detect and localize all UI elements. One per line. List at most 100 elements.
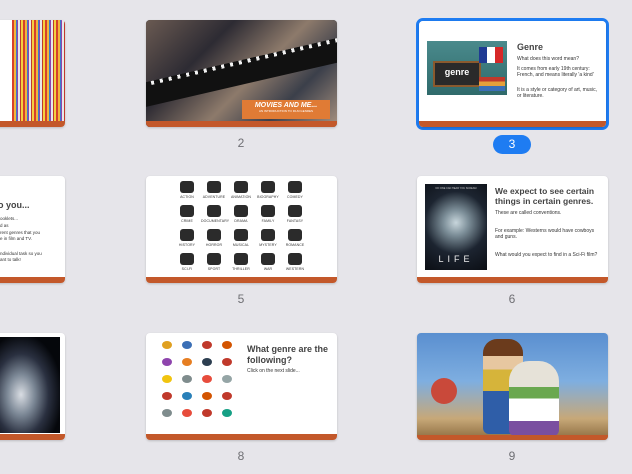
slide-footer-bar	[0, 121, 65, 127]
poster-title: LIFE	[438, 254, 474, 264]
genre-glyph-icon	[180, 253, 194, 265]
slide-footer-bar	[417, 435, 608, 440]
ribbon-image	[12, 20, 65, 121]
genre-icon-history: HISTORY	[174, 229, 200, 253]
genre-icon-label: CRIME	[181, 219, 193, 223]
genre-picture-icon	[162, 392, 172, 400]
slide-thumbnail-6[interactable]: NO ONE CAN HEAR YOU SCREAM LIFE We expec…	[417, 176, 608, 283]
slide-thumbnail-1[interactable]	[0, 20, 65, 127]
slide-title: Genre	[517, 42, 544, 52]
slide-footer-bar	[146, 121, 337, 127]
genre-icon-western: WESTERN	[282, 253, 308, 277]
genre-picture-icon	[222, 341, 232, 349]
genre-icon-adventure: ADVENTURE	[201, 181, 227, 205]
slide-footer-bar	[146, 277, 337, 283]
genre-glyph-icon	[234, 229, 248, 241]
genre-picture-icon	[202, 392, 212, 400]
genre-icon-family: FAMILY	[255, 205, 281, 229]
slide-thumbnail-5[interactable]: ACTION ADVENTURE ANIMATION BIOGRAPHY COMEDY C…	[146, 176, 337, 283]
film-title-banner: MOVIES AND ME... AN INTRODUCTION TO FILM…	[242, 100, 330, 119]
slide-text-6: ant to talk!	[0, 257, 21, 262]
buzz-figure	[509, 361, 559, 436]
slide-text-2: What would you expect to find in a Sci-F…	[495, 252, 598, 258]
genre-glyph-icon	[288, 205, 302, 217]
genre-picture-icon	[222, 409, 232, 417]
genre-icon-label: ROMANCE	[285, 243, 305, 247]
genre-glyph-icon	[288, 229, 302, 241]
genre-icon-sport: SPORT	[201, 253, 227, 277]
slide-footer-bar	[146, 434, 337, 440]
slide-title: o you...	[0, 200, 30, 210]
slide-text-3: It is a style or category of art, music,…	[517, 87, 598, 99]
slide-text-1: For example: Westerns would have cowboys…	[495, 228, 595, 240]
genre-picture-icon	[202, 358, 212, 366]
genre-picture-icon	[182, 409, 192, 417]
slide-thumbnail-4[interactable]: o you... ooklets... d as rent genres tha…	[0, 176, 65, 283]
slide-thumbnail-9[interactable]	[417, 333, 608, 440]
genre-glyph-icon	[234, 181, 248, 193]
slide-text-4: e in film and TV.	[0, 236, 33, 241]
genre-icon-romance: ROMANCE	[282, 229, 308, 253]
genre-icon-label: FANTASY	[286, 219, 304, 223]
genre-glyph-icon	[207, 181, 221, 193]
genre-pictures-grid	[158, 341, 242, 429]
genre-picture-icon	[162, 358, 172, 366]
genre-picture-icon	[222, 358, 232, 366]
books-icon	[479, 77, 505, 91]
genre-icon-label: ADVENTURE	[202, 195, 226, 199]
genre-icon-thriller: THRILLER	[228, 253, 254, 277]
genre-picture-icon	[162, 409, 172, 417]
slide-number-8: 8	[237, 449, 245, 463]
slide-text-1: What does this word mean?	[517, 56, 579, 62]
slide-footer-bar	[417, 277, 608, 283]
genre-icon-comedy: COMEDY	[282, 181, 308, 205]
genre-icon-label: DRAMA	[234, 219, 248, 223]
chalk-word: genre	[444, 67, 470, 77]
slide-thumbnail-7[interactable]	[0, 333, 65, 440]
genre-picture-icon	[182, 375, 192, 383]
genre-icon-action: ACTION	[174, 181, 200, 205]
genre-icon-label: ACTION	[180, 195, 194, 199]
banner-title: MOVIES AND ME...	[254, 102, 318, 109]
genre-icon-label: HISTORY	[178, 243, 196, 247]
genre-glyph-icon	[180, 205, 194, 217]
genre-icon-label: WESTERN	[285, 267, 305, 271]
genre-icon-label: WAR	[263, 267, 273, 271]
genre-picture-icon	[162, 341, 172, 349]
slide-thumbnail-3[interactable]: genre Genre What does this word mean? It…	[419, 21, 606, 127]
slide-number-3-selected: 3	[493, 135, 531, 154]
genre-icon-label: MYSTERY	[259, 243, 277, 247]
genre-glyph-icon	[234, 253, 248, 265]
genre-icon-label: SCI-FI	[181, 267, 193, 271]
slide-thumbnail-2[interactable]: MOVIES AND ME... AN INTRODUCTION TO FILM…	[146, 20, 337, 127]
genre-icon-war: WAR	[255, 253, 281, 277]
genre-picture-icon	[202, 341, 212, 349]
genre-icon-label: MUSICAL	[232, 243, 250, 247]
genre-glyph-icon	[207, 229, 221, 241]
slide-text-1: ooklets...	[0, 216, 19, 221]
slide-title: We expect to see certain things in certa…	[495, 186, 595, 206]
genre-icon-documentary: DOCUMENTARY	[201, 205, 230, 229]
poster-tagline: NO ONE CAN HEAR YOU SCREAM	[435, 187, 477, 190]
genre-glyph-icon	[288, 181, 302, 193]
slide-footer-bar	[0, 277, 65, 283]
genre-picture-icon	[162, 375, 172, 383]
genre-icon-label: ANIMATION	[230, 195, 252, 199]
slide-thumbnail-8[interactable]: What genre are the following? Click on t…	[146, 333, 337, 440]
genre-icon-horror: HORROR	[201, 229, 227, 253]
genre-icon-label: FAMILY	[261, 219, 275, 223]
slide-number-6: 6	[508, 292, 516, 306]
genre-icon-label: DOCUMENTARY	[201, 219, 230, 223]
slide-subtitle: Click on the next slide...	[247, 368, 300, 374]
genre-icon-label: THRILLER	[232, 267, 250, 271]
genre-picture-icon	[182, 358, 192, 366]
chalkboard-image: genre	[427, 41, 507, 95]
genre-icon-label: SPORT	[207, 267, 221, 271]
slide-text-2: d as	[0, 223, 9, 228]
slide-footer-bar	[0, 434, 65, 440]
genre-picture-icon	[222, 392, 232, 400]
genre-picture-icon	[182, 392, 192, 400]
genre-glyph-icon	[180, 181, 194, 193]
genre-glyph-icon	[261, 229, 275, 241]
slide-text-3: rent genres that you	[0, 230, 41, 235]
